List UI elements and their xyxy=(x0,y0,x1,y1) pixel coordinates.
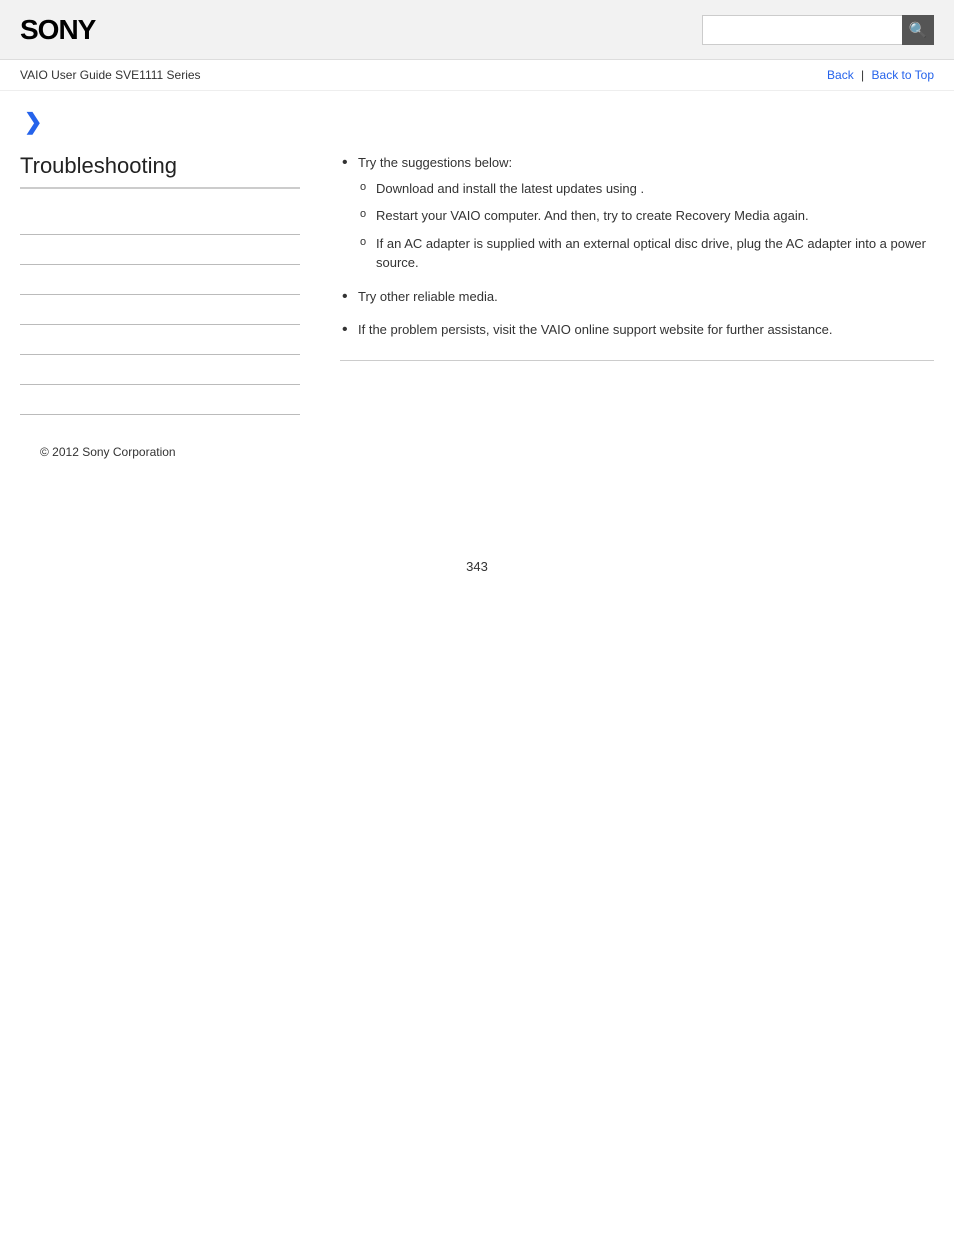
copyright-text: © 2012 Sony Corporation xyxy=(40,445,176,459)
sub-bullet2-text: Restart your VAIO computer. And then, tr… xyxy=(376,208,809,223)
breadcrumb-nav: Back | Back to Top xyxy=(827,68,934,82)
chevron-container: ❯ xyxy=(24,111,934,133)
sub-bullet1-text: Download and install the latest updates … xyxy=(376,181,637,196)
two-col-layout: Troubleshooting Try the suggestions belo… xyxy=(20,153,934,415)
sub-list-item-2: Restart your VAIO computer. And then, tr… xyxy=(358,206,934,226)
back-to-top-link[interactable]: Back to Top xyxy=(872,68,934,82)
sidebar-link-3[interactable] xyxy=(20,265,300,295)
page-header: SONY 🔍 xyxy=(0,0,954,60)
sidebar-link-1[interactable] xyxy=(20,205,300,235)
breadcrumb-separator: | xyxy=(861,68,864,82)
list-item-2: Try other reliable media. xyxy=(340,287,934,307)
sony-logo: SONY xyxy=(20,14,95,46)
back-link[interactable]: Back xyxy=(827,68,854,82)
sidebar-link-2[interactable] xyxy=(20,235,300,265)
chevron-right-icon: ❯ xyxy=(24,109,42,134)
search-input[interactable] xyxy=(702,15,902,45)
footer: © 2012 Sony Corporation xyxy=(20,445,934,459)
sub-bullet3-text: If an AC adapter is supplied with an ext… xyxy=(376,236,926,271)
list-item-3: If the problem persists, visit the VAIO … xyxy=(340,320,934,340)
sub-list-item-1: Download and install the latest updates … xyxy=(358,179,934,199)
sub-list: Download and install the latest updates … xyxy=(358,179,934,273)
sub-bullet1-period: . xyxy=(641,181,645,196)
search-container: 🔍 xyxy=(702,15,934,45)
sidebar-title: Troubleshooting xyxy=(20,153,300,189)
sidebar-link-4[interactable] xyxy=(20,295,300,325)
bullet1-text: Try the suggestions below: xyxy=(358,155,512,170)
sidebar-link-group xyxy=(20,205,300,415)
search-button[interactable]: 🔍 xyxy=(902,15,934,45)
breadcrumb-guide-title: VAIO User Guide SVE1111 Series xyxy=(20,68,201,82)
content-list: Try the suggestions below: Download and … xyxy=(340,153,934,340)
breadcrumb-bar: VAIO User Guide SVE1111 Series Back | Ba… xyxy=(0,60,954,91)
page-number: 343 xyxy=(0,559,954,594)
sidebar-link-5[interactable] xyxy=(20,325,300,355)
right-content: Try the suggestions below: Download and … xyxy=(320,153,934,415)
sidebar-link-6[interactable] xyxy=(20,355,300,385)
left-sidebar: Troubleshooting xyxy=(20,153,320,415)
bullet2-text: Try other reliable media. xyxy=(358,289,498,304)
sidebar-link-7[interactable] xyxy=(20,385,300,415)
search-icon: 🔍 xyxy=(909,21,928,39)
list-item-1: Try the suggestions below: Download and … xyxy=(340,153,934,273)
bullet3-text: If the problem persists, visit the VAIO … xyxy=(358,322,832,337)
sub-list-item-3: If an AC adapter is supplied with an ext… xyxy=(358,234,934,273)
main-content: ❯ Troubleshooting Try the suggestions be… xyxy=(0,91,954,499)
content-divider xyxy=(340,360,934,361)
